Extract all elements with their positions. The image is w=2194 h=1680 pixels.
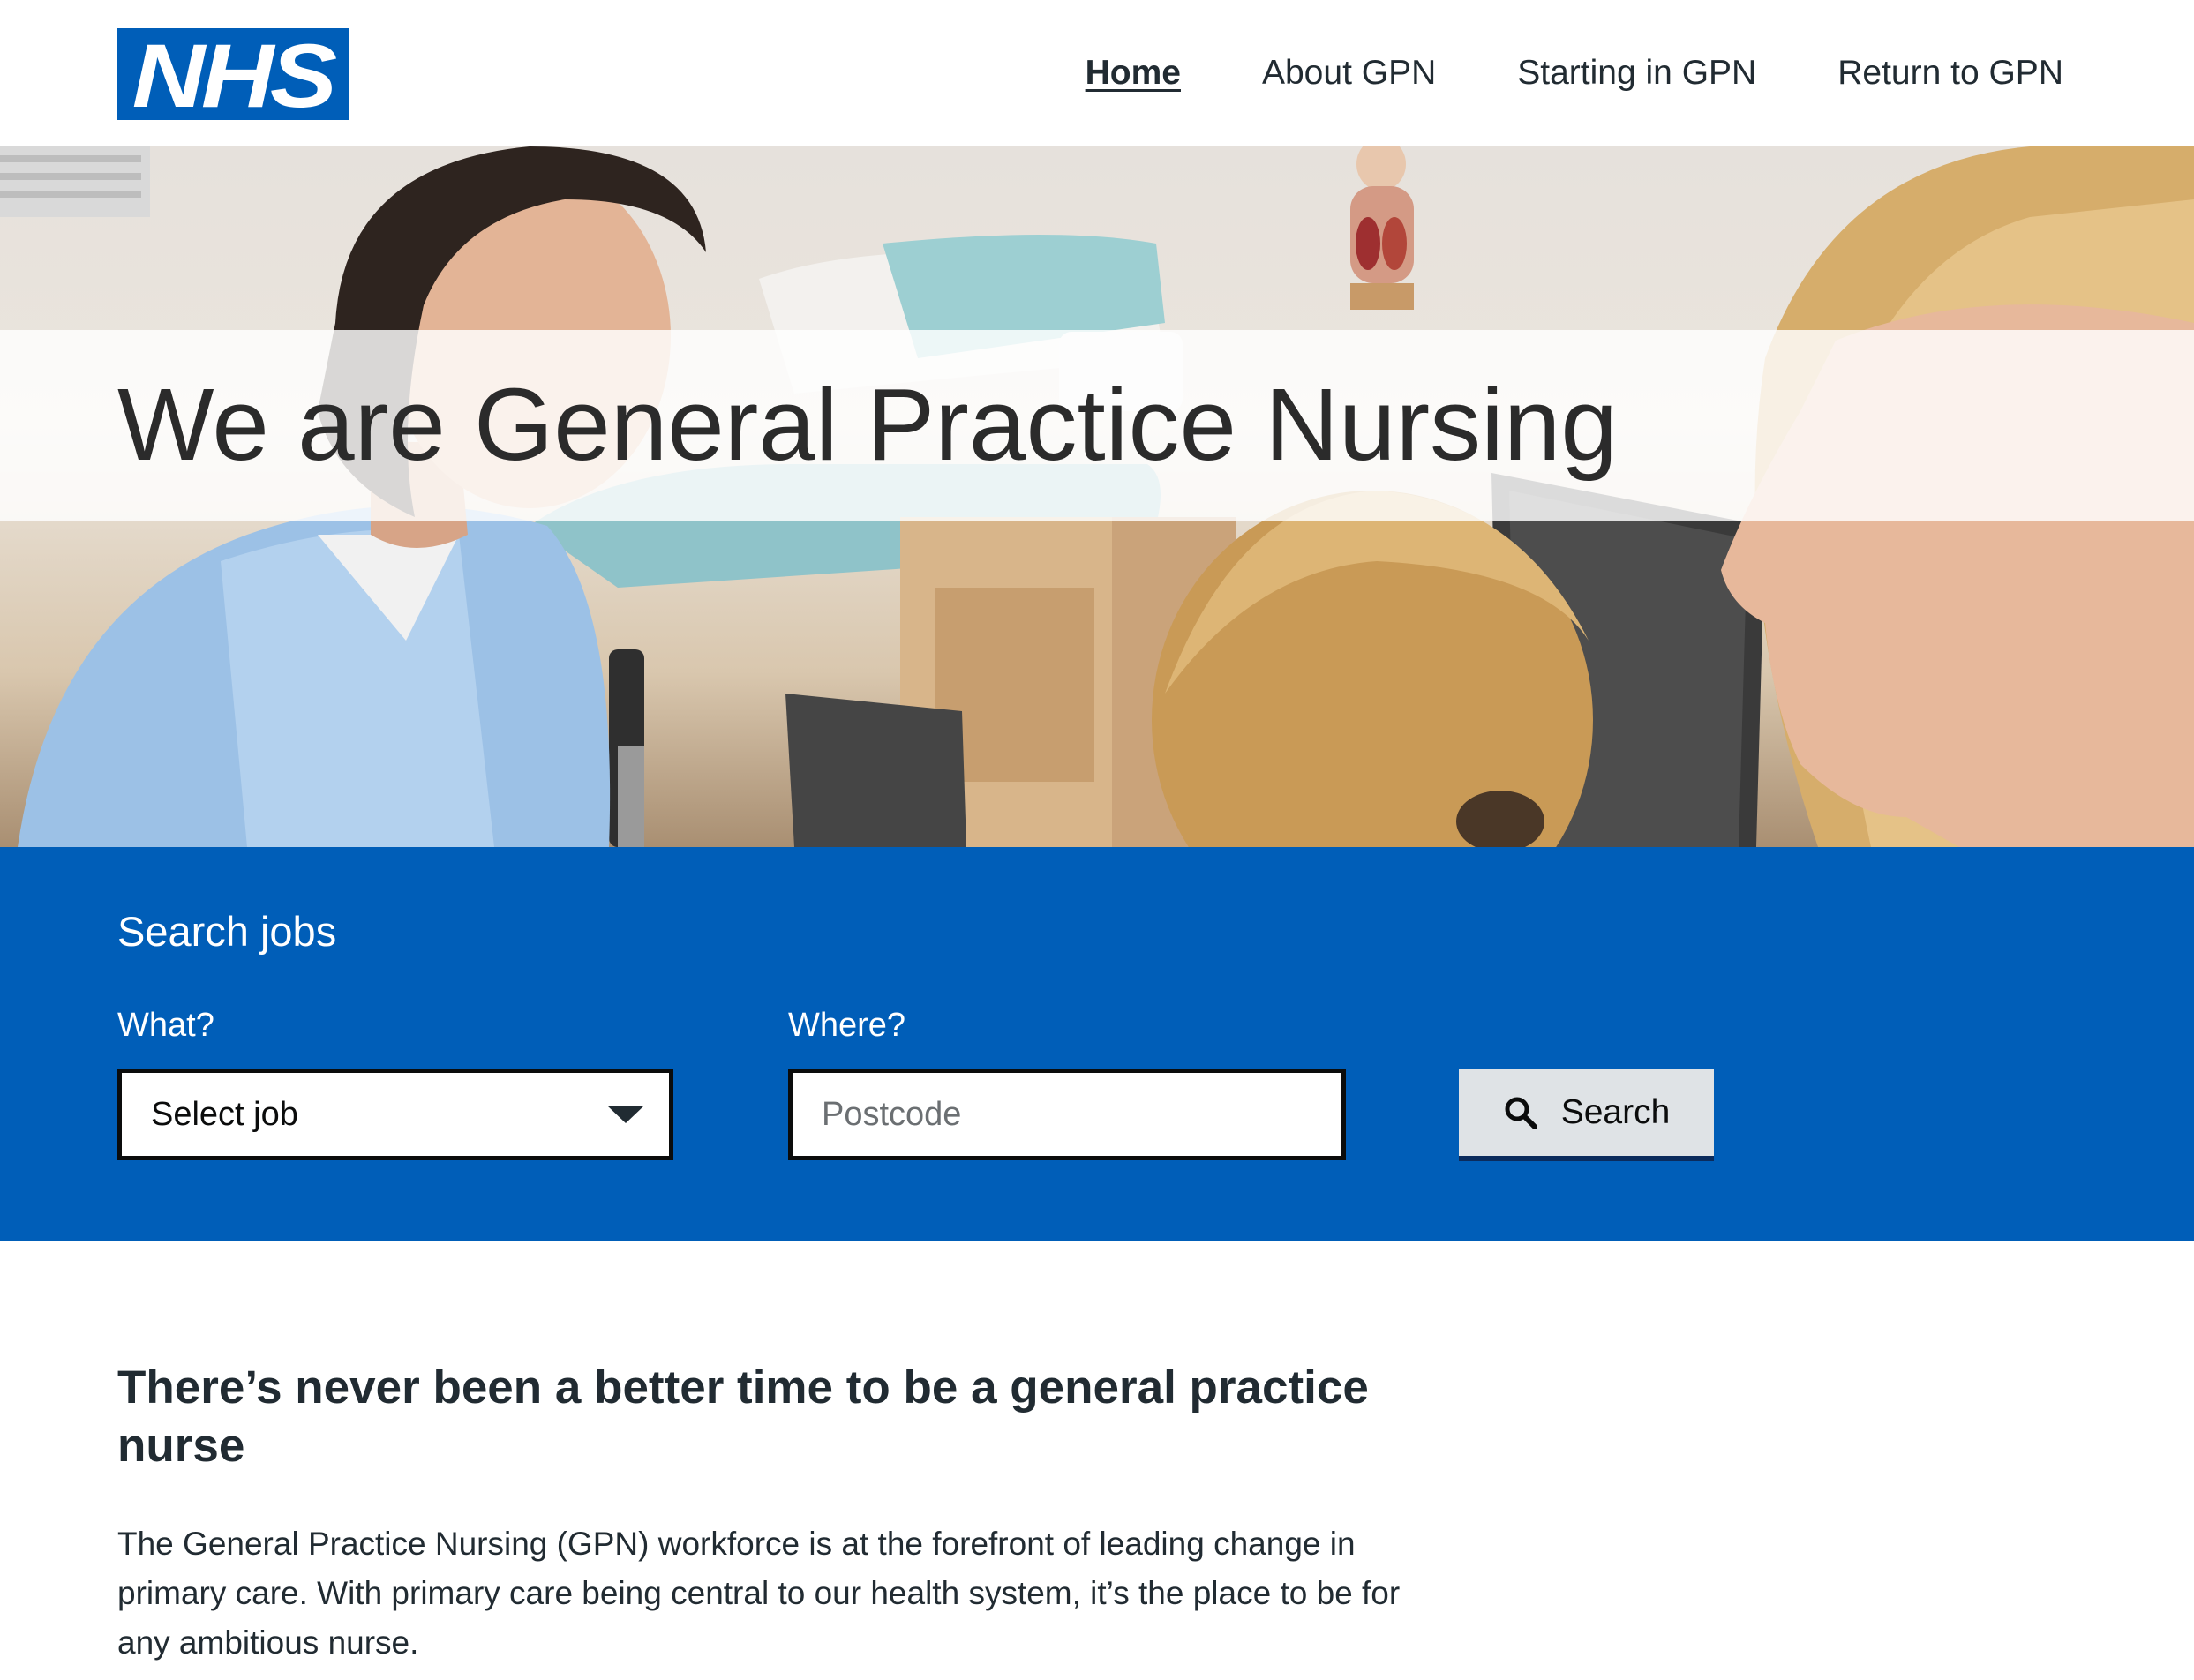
nhs-logo-text: NHS	[132, 26, 337, 126]
nav-item-home[interactable]: Home	[1086, 51, 1181, 95]
nav-item-starting-in-gpn[interactable]: Starting in GPN	[1517, 51, 1756, 95]
dropdown-arrow-icon	[607, 1106, 644, 1123]
hero-title: We are General Practice Nursing	[117, 367, 1618, 482]
intro-paragraph: The General Practice Nursing (GPN) workf…	[117, 1526, 1401, 1661]
search-button-label: Search	[1560, 1093, 1671, 1131]
search-jobs-panel: Search jobs What? Select job Where? Sear…	[0, 847, 2194, 1241]
nhs-logo[interactable]: NHS	[117, 26, 349, 126]
main-nav: Home About GPN Starting in GPN Return to…	[1004, 51, 2063, 95]
job-select-value: Select job	[151, 1095, 298, 1133]
hero-banner: We are General Practice Nursing	[0, 146, 2194, 847]
search-jobs-heading: Search jobs	[117, 908, 337, 955]
where-label: Where?	[788, 1007, 906, 1044]
search-icon	[1503, 1095, 1538, 1130]
intro-heading: There’s never been a better time to be a…	[117, 1361, 1369, 1472]
site-header: NHS Home About GPN Starting in GPN Retur…	[0, 0, 2194, 146]
search-button[interactable]: Search	[1459, 1069, 1714, 1156]
nav-item-return-to-gpn[interactable]: Return to GPN	[1837, 51, 2063, 95]
what-label: What?	[117, 1007, 214, 1044]
postcode-input[interactable]	[788, 1069, 1346, 1160]
nav-item-about-gpn[interactable]: About GPN	[1262, 51, 1436, 95]
job-select[interactable]: Select job	[117, 1069, 673, 1160]
